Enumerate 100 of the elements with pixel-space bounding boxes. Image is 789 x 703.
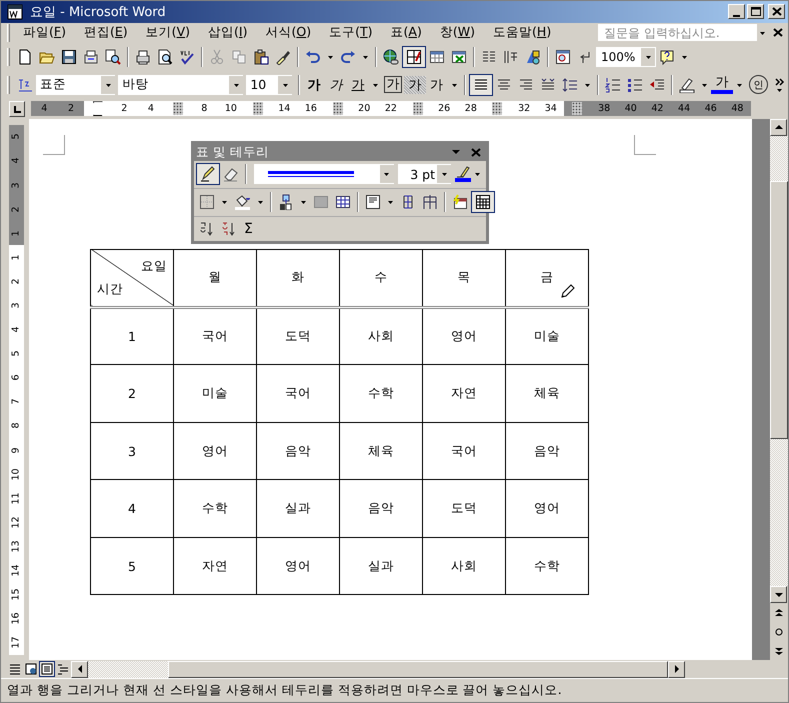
save-icon[interactable] — [61, 48, 77, 65]
borders-icon[interactable] — [199, 194, 215, 210]
pencil-icon[interactable] — [455, 166, 471, 178]
close-document-icon[interactable] — [771, 26, 785, 40]
dropdown-caret-icon[interactable] — [440, 171, 448, 178]
format-painter-icon[interactable] — [275, 48, 291, 65]
more-buttons-icon[interactable] — [774, 76, 785, 93]
email-icon[interactable] — [83, 48, 99, 65]
merge-cells-icon[interactable] — [313, 194, 329, 210]
tab-stop-selector[interactable] — [9, 100, 25, 117]
menu-item[interactable]: 도움말(H) — [484, 24, 560, 42]
insert-worksheet-icon[interactable] — [451, 48, 467, 65]
dropdown-caret-icon[interactable] — [221, 199, 228, 206]
eraser-icon[interactable] — [223, 166, 239, 182]
close-toolbar-icon[interactable] — [469, 146, 483, 159]
undo-icon[interactable] — [305, 48, 321, 65]
style-dropdown[interactable]: 표준 — [36, 74, 116, 95]
dropdown-caret-icon[interactable] — [372, 82, 379, 88]
numbering-icon[interactable] — [605, 76, 621, 93]
sort-descending-icon[interactable] — [221, 220, 237, 237]
dropdown-caret-icon[interactable] — [383, 171, 390, 178]
zoom-dropdown[interactable]: 100% — [596, 46, 656, 67]
dropdown-caret-icon[interactable] — [584, 82, 591, 88]
font-size-dropdown[interactable]: 10 — [246, 74, 292, 95]
dropdown-caret-icon[interactable] — [104, 82, 112, 88]
bullets-icon[interactable] — [627, 76, 643, 93]
menu-item[interactable]: 편집(E) — [74, 24, 137, 42]
line-spacing-icon[interactable] — [562, 76, 578, 93]
pencil-icon[interactable] — [200, 166, 216, 182]
insert-table-icon[interactable] — [429, 48, 445, 65]
styles-formatting-icon[interactable] — [17, 76, 33, 93]
scrollbar-thumb[interactable] — [770, 180, 788, 439]
spelling-check-icon[interactable] — [179, 48, 195, 65]
underline-button[interactable]: 가 — [347, 76, 369, 94]
column-marker[interactable] — [172, 102, 183, 116]
border-color-button[interactable] — [455, 166, 471, 182]
help-question-field[interactable]: 질문을 입력하십시오. — [598, 24, 768, 42]
draw-table-pencil-button[interactable] — [196, 163, 220, 186]
dropdown-caret-icon[interactable] — [362, 54, 369, 60]
dropdown-caret-icon[interactable] — [282, 82, 288, 88]
document-map-icon[interactable] — [555, 48, 571, 65]
dropdown-caret-icon[interactable] — [387, 199, 394, 206]
new-document-icon[interactable] — [17, 48, 33, 65]
show-gridlines-button[interactable] — [471, 191, 495, 214]
tables-and-borders-button[interactable] — [402, 46, 426, 68]
line-weight-dropdown[interactable]: 3 pt — [398, 164, 451, 184]
print-preview-icon[interactable] — [157, 48, 173, 65]
cell-alignment-icon[interactable] — [365, 194, 381, 210]
font-dropdown[interactable]: 바탕 — [118, 74, 244, 95]
column-marker[interactable] — [492, 102, 502, 116]
dropdown-caret-icon[interactable] — [644, 54, 652, 60]
dropdown-caret-icon[interactable] — [474, 171, 481, 178]
enclosed-characters-button[interactable]: 인 — [749, 75, 768, 94]
split-cells-icon[interactable] — [335, 194, 351, 210]
dropdown-caret-icon[interactable] — [701, 82, 708, 88]
dropdown-caret-icon[interactable] — [736, 82, 743, 88]
table-grid-icon[interactable] — [475, 194, 491, 210]
distribute-columns-icon[interactable] — [422, 194, 438, 210]
drawing-icon[interactable] — [525, 48, 541, 65]
menu-item[interactable]: 도구(T) — [320, 24, 382, 42]
print-icon[interactable] — [135, 48, 151, 65]
autosum-button[interactable]: Σ — [244, 220, 253, 237]
table-autoformat-icon[interactable] — [452, 194, 468, 210]
italic-button[interactable]: 가 — [325, 76, 347, 94]
menu-item[interactable]: 삽입(I) — [199, 24, 256, 42]
menu-item[interactable]: 창(W) — [430, 24, 484, 42]
dropdown-caret-icon[interactable] — [232, 82, 240, 88]
shading-color-icon[interactable] — [234, 194, 251, 210]
font-color-button[interactable]: 가 — [711, 76, 733, 94]
line-style-dropdown[interactable] — [254, 164, 394, 184]
highlight-icon[interactable] — [679, 76, 695, 93]
column-marker[interactable] — [252, 102, 263, 116]
menu-item[interactable]: 보기(V) — [136, 24, 200, 42]
paste-icon[interactable] — [253, 48, 269, 65]
menu-item[interactable]: 서식(O) — [256, 24, 320, 42]
text-direction-icon[interactable] — [503, 48, 519, 65]
dropdown-caret-icon[interactable] — [257, 199, 264, 206]
insert-table-icon[interactable] — [278, 194, 294, 210]
file-search-icon[interactable] — [105, 48, 121, 65]
align-left-button[interactable] — [469, 74, 493, 96]
dropdown-caret-icon[interactable] — [681, 54, 688, 60]
menu-item[interactable]: 파일(F) — [14, 24, 75, 42]
hyperlink-icon[interactable] — [383, 48, 399, 65]
dropdown-caret-icon[interactable] — [300, 199, 307, 206]
dropdown-caret-icon[interactable] — [327, 54, 334, 60]
redo-icon[interactable] — [340, 48, 356, 65]
character-shading-button[interactable]: 가 — [404, 76, 426, 94]
column-marker[interactable] — [412, 102, 423, 116]
bold-button[interactable]: 가 — [303, 76, 325, 94]
character-spacing-button[interactable]: 가 — [426, 76, 448, 94]
column-marker[interactable] — [572, 102, 582, 116]
character-border-button[interactable]: 가 — [384, 76, 402, 94]
menu-item[interactable]: 표(A) — [382, 24, 431, 42]
corner-tab-icon[interactable] — [12, 104, 22, 114]
dropdown-caret-icon[interactable] — [451, 82, 458, 88]
sort-ascending-icon[interactable] — [199, 220, 215, 237]
dropdown-caret-icon[interactable] — [759, 30, 766, 36]
table-pencil-icon[interactable] — [406, 48, 422, 65]
help-icon[interactable] — [659, 48, 675, 65]
column-marker[interactable] — [332, 102, 343, 116]
